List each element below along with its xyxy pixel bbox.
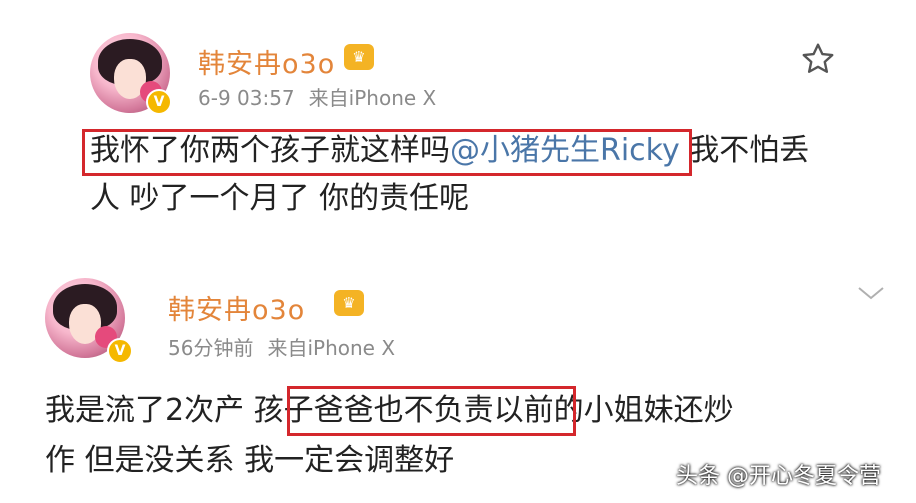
- v-badge-icon: V: [107, 338, 133, 364]
- vip-crown-icon: ♛: [334, 290, 364, 316]
- post-source[interactable]: 来自iPhone X: [309, 86, 437, 110]
- username[interactable]: 韩安冉o3o: [198, 42, 335, 81]
- post-text: 我不怕丢: [679, 133, 810, 168]
- highlight-box: [287, 386, 576, 436]
- post-meta: 6-9 03:57 来自iPhone X: [198, 82, 436, 111]
- post-time: 6-9 03:57: [198, 86, 295, 110]
- post-content-line-2: 人 吵了一个月了 你的责任呢: [90, 181, 470, 216]
- vip-crown-icon: ♛: [344, 44, 374, 70]
- weibo-screenshot: V 韩安冉o3o ♛ 6-9 03:57 来自iPhone X 我怀了你两个孩子就…: [0, 0, 916, 503]
- post-meta: 56分钟前 来自iPhone X: [168, 332, 395, 361]
- post-time: 56分钟前: [168, 336, 254, 360]
- highlight-box: [82, 129, 692, 176]
- weibo-post: V 韩安冉o3o ♛ 6-9 03:57 来自iPhone X 我怀了你两个孩子就…: [0, 0, 916, 248]
- star-icon[interactable]: [800, 41, 836, 77]
- post-text: 我是流了2次产: [45, 393, 254, 428]
- username[interactable]: 韩安冉o3o: [168, 288, 305, 327]
- post-content-line-2: 作 但是没关系 我一定会调整好: [45, 443, 455, 478]
- post-source[interactable]: 来自iPhone X: [267, 336, 395, 360]
- v-badge-icon: V: [146, 89, 172, 115]
- chevron-down-icon[interactable]: [855, 282, 887, 304]
- watermark: 头条 @开心冬夏令营: [676, 464, 881, 489]
